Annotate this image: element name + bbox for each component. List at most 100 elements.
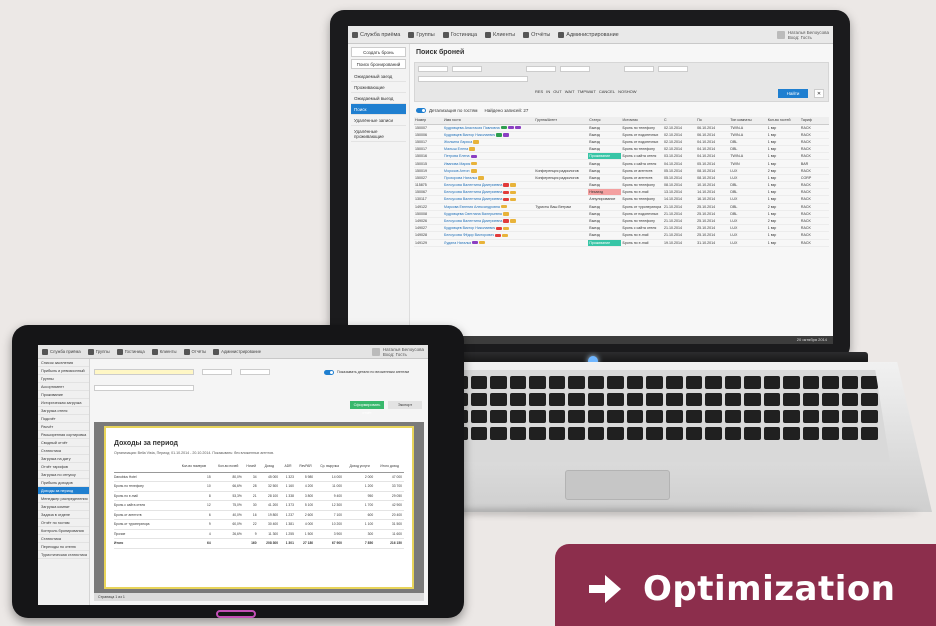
cell-name[interactable]: Кудрявцев Виктор Николаевич: [443, 131, 535, 139]
table-row[interactable]: 150017 Малыш Елена Выезд Бронь по телефону 0…: [414, 145, 829, 154]
table-row[interactable]: 149028 Белоусова Фёдор Викторович Выезд Бро…: [414, 231, 829, 240]
sidebar-item[interactable]: Отчёт тарифов: [38, 463, 89, 471]
table-row[interactable]: 150017 Жилкина Лариса Выезд Бронь от подопе…: [414, 138, 829, 147]
filter-field[interactable]: [624, 66, 654, 72]
sidebar-item[interactable]: Список заселения: [38, 359, 89, 367]
column-header[interactable]: Статус: [588, 117, 622, 125]
sidebar-item[interactable]: Прибыль доходов: [38, 479, 89, 487]
nav-tab[interactable]: Отчёты: [183, 348, 206, 355]
status-filter-option[interactable]: WAIT: [565, 89, 575, 94]
sidebar-item[interactable]: Удалённые записи: [351, 115, 406, 126]
table-row[interactable]: 150015 Иванова Мария Выезд Бронь с сайта от…: [414, 159, 829, 168]
cell-name[interactable]: Малыш Елена: [443, 145, 535, 154]
nested-agents-toggle[interactable]: [324, 370, 334, 375]
column-header[interactable]: Тариф: [799, 117, 829, 125]
sidebar-item[interactable]: Удалённые проживающие: [351, 126, 406, 142]
filter-field[interactable]: [526, 66, 556, 72]
tablet-user-block[interactable]: Наталья Белоусова Вход: Гость: [371, 347, 424, 357]
tablet-home-button[interactable]: [216, 610, 256, 618]
cell-name[interactable]: Белоусова Валентина Дмитриевна: [443, 217, 535, 226]
nav-tab[interactable]: Клиенты: [151, 348, 177, 355]
nav-tab[interactable]: Клиенты: [485, 31, 515, 38]
clear-filter-button[interactable]: ✕: [814, 89, 824, 98]
status-filter-option[interactable]: CANCEL: [599, 89, 615, 94]
cell-name[interactable]: Кудрявцев Виктор Николаевич: [443, 224, 535, 233]
cell-name[interactable]: Лудина Наталья: [443, 239, 535, 247]
date-to-field[interactable]: [240, 369, 270, 375]
sidebar-item[interactable]: Статистика: [38, 535, 89, 543]
column-header[interactable]: Источник: [621, 117, 663, 125]
cell-name[interactable]: Белоусова Валентина Дмитриевна: [443, 188, 535, 197]
cell-name[interactable]: Кудрявцева Светлана Валерьевна: [443, 210, 535, 218]
table-row[interactable]: 150007 Кудрявцева Анастасия Павловна Выезд…: [414, 124, 829, 132]
export-button[interactable]: Экспорт: [388, 401, 422, 409]
sidebar-item[interactable]: Задача в отделе: [38, 511, 89, 519]
sidebar-item[interactable]: Историческая загрузка: [38, 399, 89, 407]
search-bookings-button[interactable]: Поиск бронирований: [351, 59, 406, 69]
sidebar-item[interactable]: Статистика: [38, 447, 89, 455]
nav-tab[interactable]: Служба приёма: [42, 348, 81, 355]
sidebar-item[interactable]: Поиск: [351, 104, 406, 115]
status-filter-option[interactable]: NOSHOW: [618, 89, 636, 94]
generate-report-button[interactable]: Сформировать отчёт: [350, 401, 384, 415]
column-header[interactable]: С: [662, 117, 697, 125]
sidebar-item[interactable]: Расчёт: [38, 423, 89, 431]
nav-tab[interactable]: Гостиница: [116, 348, 145, 355]
search-button[interactable]: Найти: [778, 89, 808, 98]
status-filter-option[interactable]: RES: [535, 89, 543, 94]
source-field[interactable]: [94, 385, 194, 391]
filter-field[interactable]: [560, 66, 590, 72]
sidebar-item[interactable]: Переходы по отелю: [38, 543, 89, 551]
column-header[interactable]: По: [696, 117, 730, 125]
nav-tab[interactable]: Администрирование: [558, 31, 619, 38]
sidebar-item[interactable]: Ожидаемый заезд: [351, 71, 406, 82]
filter-field[interactable]: [418, 66, 448, 72]
filter-field[interactable]: [658, 66, 688, 72]
cell-name[interactable]: Маркова Евгения Александровна: [443, 203, 535, 211]
sidebar-item[interactable]: Ассортимент: [38, 383, 89, 391]
nav-tab[interactable]: Администрирование: [213, 348, 261, 355]
filter-field[interactable]: [452, 66, 482, 72]
table-row[interactable]: 115875 Белоусова Валентина Дмитриевна Выез…: [414, 181, 829, 190]
sidebar-item[interactable]: Загрузка отеля: [38, 407, 89, 415]
table-row[interactable]: 150067 Белоусова Валентина Дмитриевна Неза…: [414, 188, 829, 197]
column-header[interactable]: Имя гостя: [443, 117, 535, 125]
cell-name[interactable]: Белоусова Валентина Дмитриевна: [443, 195, 535, 204]
status-filter-option[interactable]: TMPWAIT: [578, 89, 596, 94]
sidebar-item[interactable]: Загрузка на дату: [38, 455, 89, 463]
sidebar-item[interactable]: Загрузка комнат: [38, 503, 89, 511]
table-row[interactable]: 149129 Лудина Наталья Проживание Бронь по e…: [414, 239, 829, 247]
nav-tab[interactable]: Отчёты: [523, 31, 550, 38]
sidebar-item[interactable]: Прибыль и ревизионный: [38, 367, 89, 375]
create-booking-button[interactable]: Создать бронь: [351, 47, 406, 57]
table-row[interactable]: 150006 Кудрявцев Виктор Николаевич Выезд Бр…: [414, 131, 829, 139]
sidebar-item[interactable]: Отчёт по гостям: [38, 519, 89, 527]
sidebar-item[interactable]: Контроль бронирования: [38, 527, 89, 535]
sidebar-item[interactable]: Ожидаемый выезд: [351, 93, 406, 104]
cell-name[interactable]: Белоусова Валентина Дмитриевна: [443, 181, 535, 190]
column-header[interactable]: Кол-во гостей: [766, 117, 800, 125]
column-header[interactable]: Тип комнаты: [729, 117, 767, 125]
sidebar-item[interactable]: Подсчёт: [38, 415, 89, 423]
status-filter-option[interactable]: OUT: [553, 89, 561, 94]
organization-field[interactable]: [94, 369, 194, 375]
nav-tab[interactable]: Группы: [408, 31, 435, 38]
table-row[interactable]: 150008 Кудрявцева Светлана Валерьевна Выез…: [414, 210, 829, 218]
date-from-field[interactable]: [202, 369, 232, 375]
cell-name[interactable]: Жилкина Лариса: [443, 138, 535, 147]
sidebar-item[interactable]: Проживание: [38, 391, 89, 399]
table-row[interactable]: 149026 Белоусова Валентина Дмитриевна Выез…: [414, 217, 829, 226]
cell-name[interactable]: Прохорова Наталья: [443, 174, 535, 183]
table-row[interactable]: 150019 Морозов Антон Конференция радиолого…: [414, 167, 829, 175]
cell-name[interactable]: Иванова Мария: [443, 159, 535, 168]
table-row[interactable]: 150016 Петрова Елена Проживание Бронь с сай…: [414, 152, 829, 161]
table-row[interactable]: 149122 Маркова Евгения Александровна Турис…: [414, 203, 829, 211]
sidebar-item[interactable]: Доходы за период: [38, 487, 89, 495]
sidebar-item[interactable]: Туристическая статистика: [38, 551, 89, 559]
cell-name[interactable]: Кудрявцева Анастасия Павловна: [443, 124, 535, 132]
guest-detail-toggle[interactable]: [416, 108, 426, 113]
laptop-user-block[interactable]: Наталья Белоусова Вход: Гость: [776, 30, 829, 40]
status-filter-option[interactable]: IN: [546, 89, 550, 94]
sidebar-item[interactable]: Группы: [38, 375, 89, 383]
sidebar-item[interactable]: Проживающие: [351, 82, 406, 93]
